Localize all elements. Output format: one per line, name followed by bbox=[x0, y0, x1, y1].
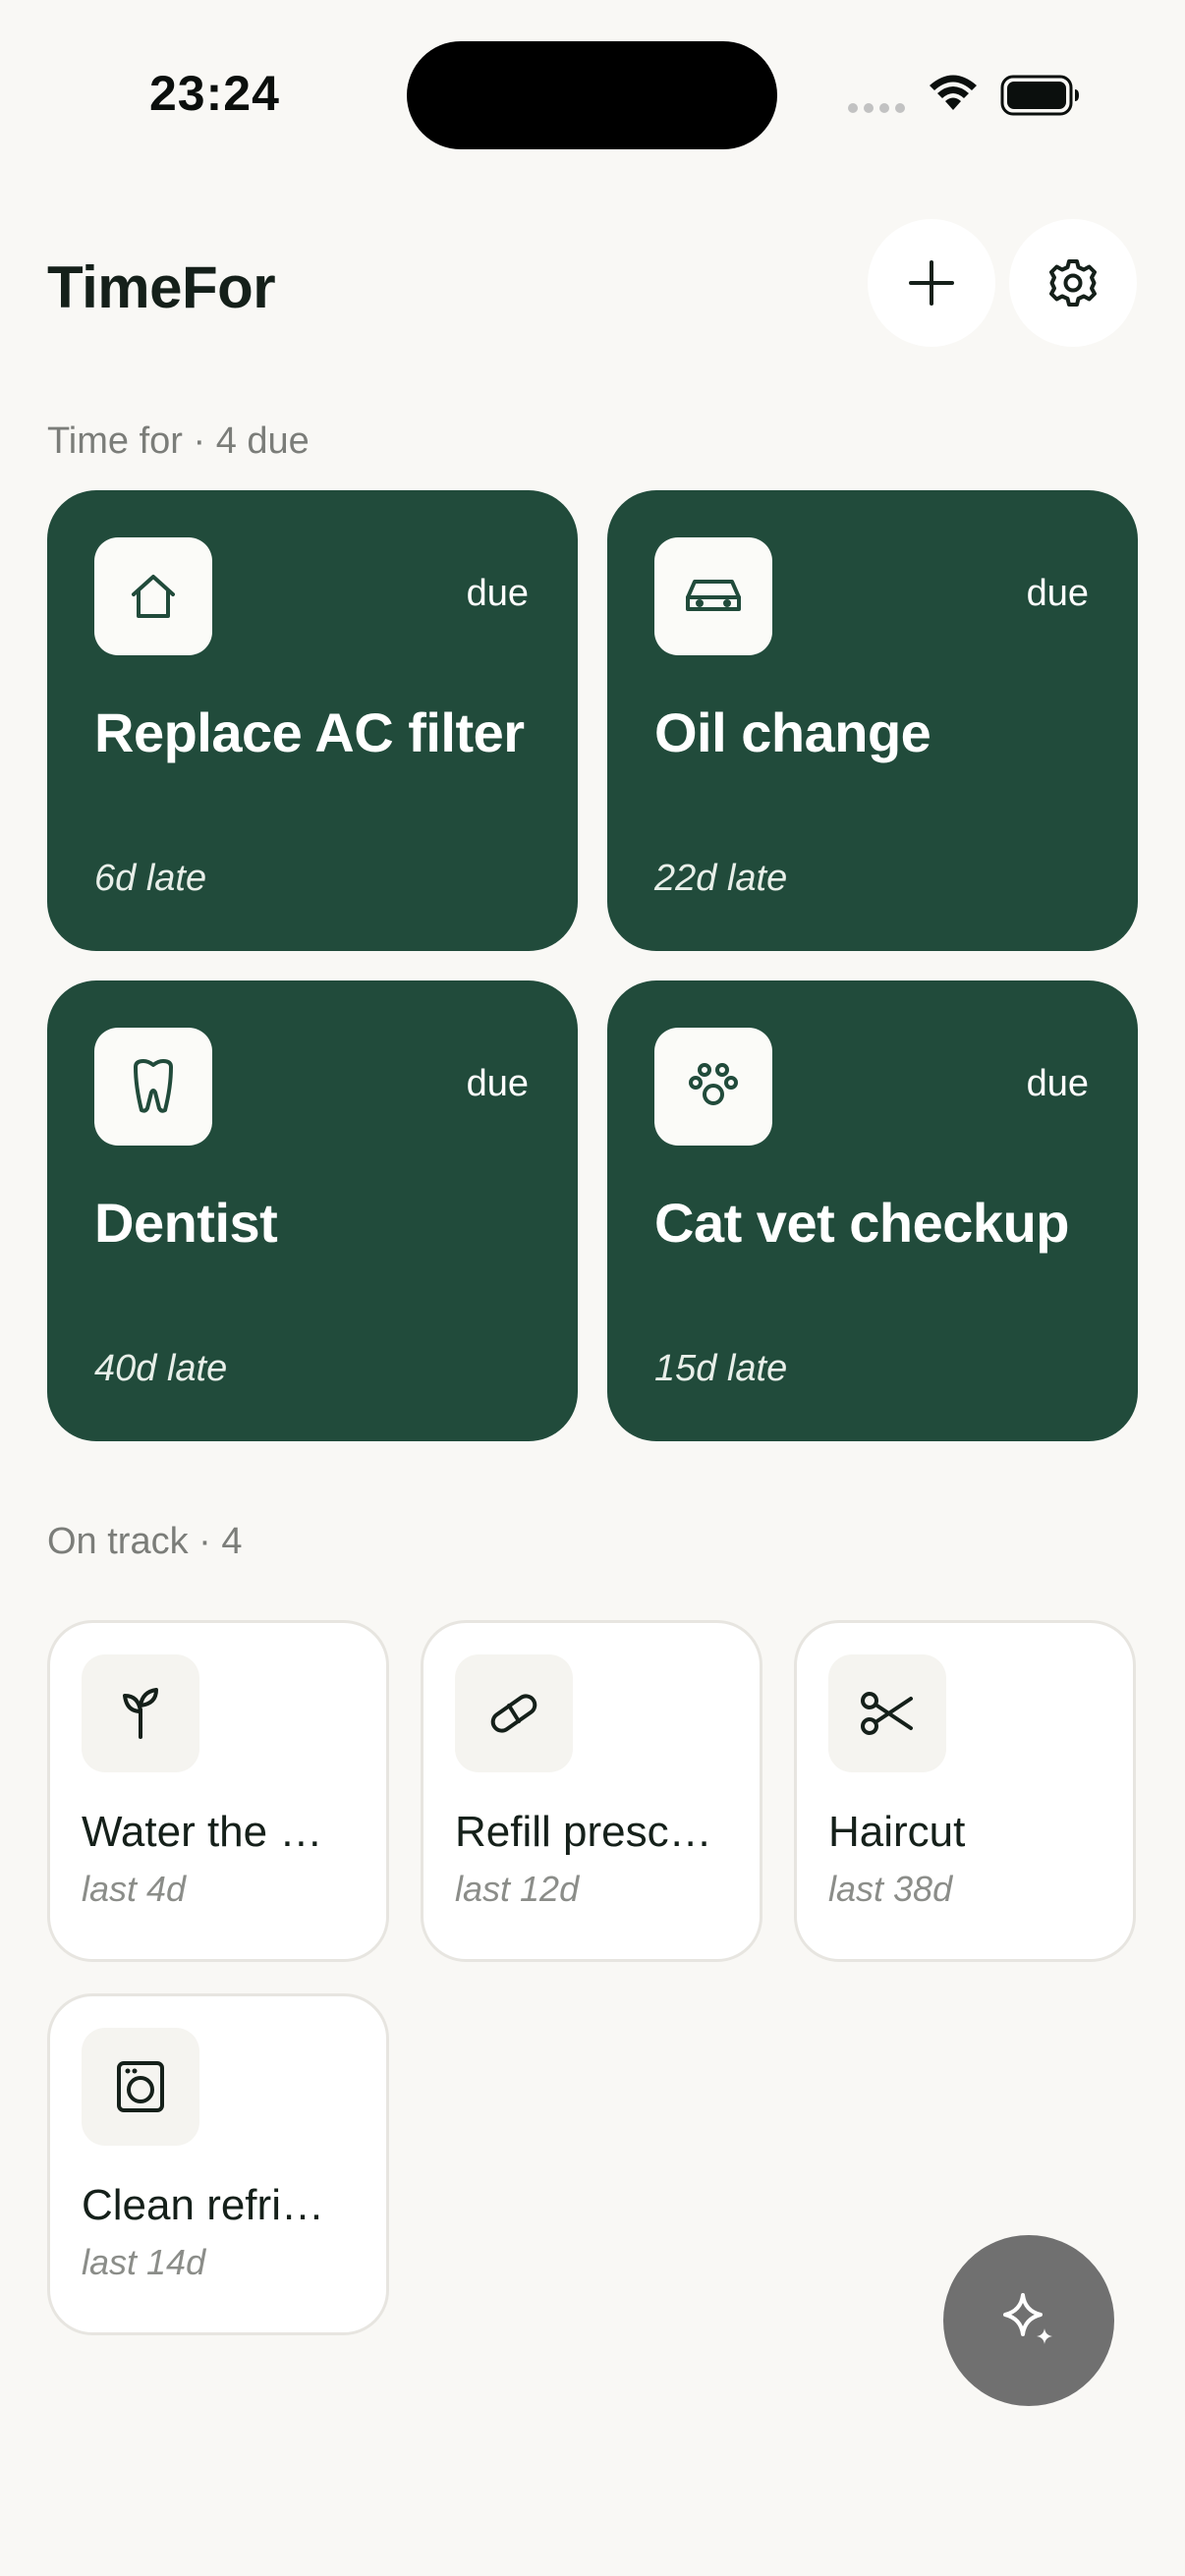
cellular-signal-icon bbox=[848, 103, 905, 113]
due-card-late: 6d late bbox=[94, 858, 207, 899]
due-card-late: 22d late bbox=[654, 858, 788, 899]
pill-icon bbox=[490, 1694, 537, 1733]
track-card-haircut[interactable]: Haircut last 38d bbox=[794, 1620, 1136, 1962]
due-card-title: Replace AC filter bbox=[94, 701, 525, 763]
due-card-title: Dentist bbox=[94, 1192, 278, 1254]
track-card-water[interactable]: Water the … last 4d bbox=[47, 1620, 389, 1962]
dynamic-island bbox=[407, 41, 777, 149]
track-card-refill-prescription[interactable]: Refill presc… last 12d bbox=[421, 1620, 762, 1962]
due-card-title: Cat vet checkup bbox=[654, 1192, 1070, 1254]
paw-icon bbox=[689, 1063, 738, 1105]
status-time: 23:24 bbox=[149, 66, 280, 121]
track-card-title: Refill presc… bbox=[455, 1808, 710, 1856]
appliance-icon bbox=[117, 2061, 164, 2112]
due-card-oil-change[interactable]: due Oil change 22d late bbox=[607, 490, 1138, 951]
due-badge: due bbox=[1026, 573, 1089, 614]
track-card-title: Clean refri… bbox=[82, 2181, 324, 2229]
due-badge: due bbox=[466, 1063, 529, 1104]
car-icon bbox=[686, 580, 741, 611]
sprout-icon bbox=[123, 1688, 158, 1739]
tooth-icon bbox=[134, 1059, 173, 1113]
app-title: TimeFor bbox=[47, 254, 276, 320]
due-badge: due bbox=[466, 573, 529, 614]
track-card-clean-refrigerator[interactable]: Clean refri… last 14d bbox=[47, 1993, 389, 2335]
track-card-last: last 12d bbox=[455, 1869, 580, 1909]
sparkle-icon bbox=[1003, 2293, 1052, 2344]
track-card-title: Water the … bbox=[82, 1808, 323, 1856]
due-section-label: Time for · 4 due bbox=[47, 420, 310, 462]
settings-button[interactable] bbox=[1009, 219, 1137, 347]
add-task-button[interactable] bbox=[868, 219, 995, 347]
ai-assist-button[interactable] bbox=[943, 2235, 1114, 2406]
wifi-icon bbox=[930, 75, 977, 110]
track-card-last: last 38d bbox=[828, 1869, 953, 1909]
on-track-section-label: On track · 4 bbox=[47, 1521, 243, 1562]
due-card-replace-ac-filter[interactable]: due Replace AC filter 6d late bbox=[47, 490, 578, 951]
gear-icon bbox=[1049, 259, 1097, 307]
due-badge: due bbox=[1026, 1063, 1089, 1104]
track-card-title: Haircut bbox=[828, 1808, 966, 1856]
plus-icon bbox=[909, 260, 954, 306]
due-card-title: Oil change bbox=[654, 701, 931, 763]
scissors-icon bbox=[861, 1692, 913, 1735]
battery-icon bbox=[1000, 75, 1079, 116]
due-card-late: 40d late bbox=[94, 1348, 228, 1389]
due-card-late: 15d late bbox=[654, 1348, 788, 1389]
track-card-last: last 4d bbox=[82, 1869, 187, 1909]
app-screen: 23:24 TimeFor Time for · 4 due due Repla… bbox=[0, 0, 1185, 2576]
home-icon bbox=[132, 575, 175, 618]
due-card-dentist[interactable]: due Dentist 40d late bbox=[47, 980, 578, 1441]
track-card-last: last 14d bbox=[82, 2242, 206, 2282]
due-card-cat-vet-checkup[interactable]: due Cat vet checkup 15d late bbox=[607, 980, 1138, 1441]
